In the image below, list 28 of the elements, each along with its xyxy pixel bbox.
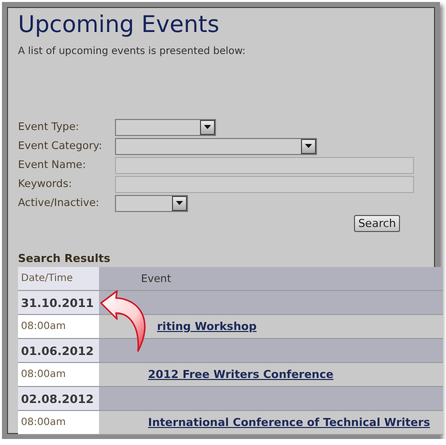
field-label: Event Category: (18, 139, 104, 154)
search-button[interactable]: Search (354, 215, 400, 232)
time-cell: 08:00am (18, 411, 99, 434)
date-cell: 01.06.2012 (18, 339, 99, 362)
field-label: Keywords: (18, 177, 73, 192)
column-header: Event (141, 272, 172, 284)
dropdown-field[interactable] (115, 194, 188, 212)
field-label: Event Name: (18, 158, 87, 173)
event-link[interactable]: International Conference of Technical Writers (148, 416, 430, 429)
caret-icon (305, 144, 312, 148)
field-label: Active/Inactive: (18, 196, 100, 211)
caret-icon (176, 201, 183, 205)
time-cell: 08:00am (18, 363, 99, 386)
date-cell: 31.10.2011 (18, 291, 99, 314)
input-field[interactable] (115, 156, 414, 174)
caret-icon (204, 125, 211, 129)
page-description: A list of upcoming events is presented below: (18, 46, 246, 57)
section-heading: Search Results (18, 252, 110, 265)
page-title: Upcoming Events (18, 11, 220, 39)
date-cell: 02.08.2012 (18, 387, 99, 410)
dropdown-field[interactable] (115, 118, 216, 136)
time-cell: 08:00am (18, 315, 99, 338)
input-field[interactable] (115, 176, 414, 192)
column-header: Date/Time (18, 267, 99, 290)
event-link[interactable]: 2012 Free Writers Conference (148, 368, 334, 381)
field-label: Event Type: (18, 120, 80, 135)
event-link[interactable]: riting Workshop (157, 320, 257, 333)
dropdown-field[interactable] (115, 138, 317, 154)
